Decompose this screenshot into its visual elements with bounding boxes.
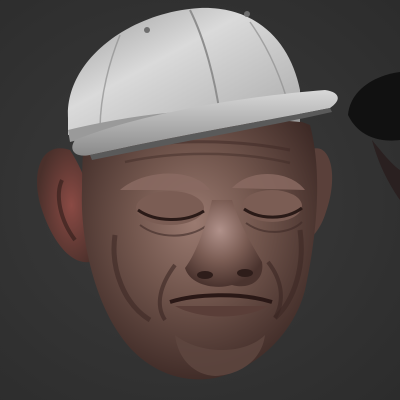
sculpt-illustration xyxy=(37,7,400,380)
render-viewport xyxy=(0,0,400,400)
secondary-head xyxy=(348,72,400,200)
